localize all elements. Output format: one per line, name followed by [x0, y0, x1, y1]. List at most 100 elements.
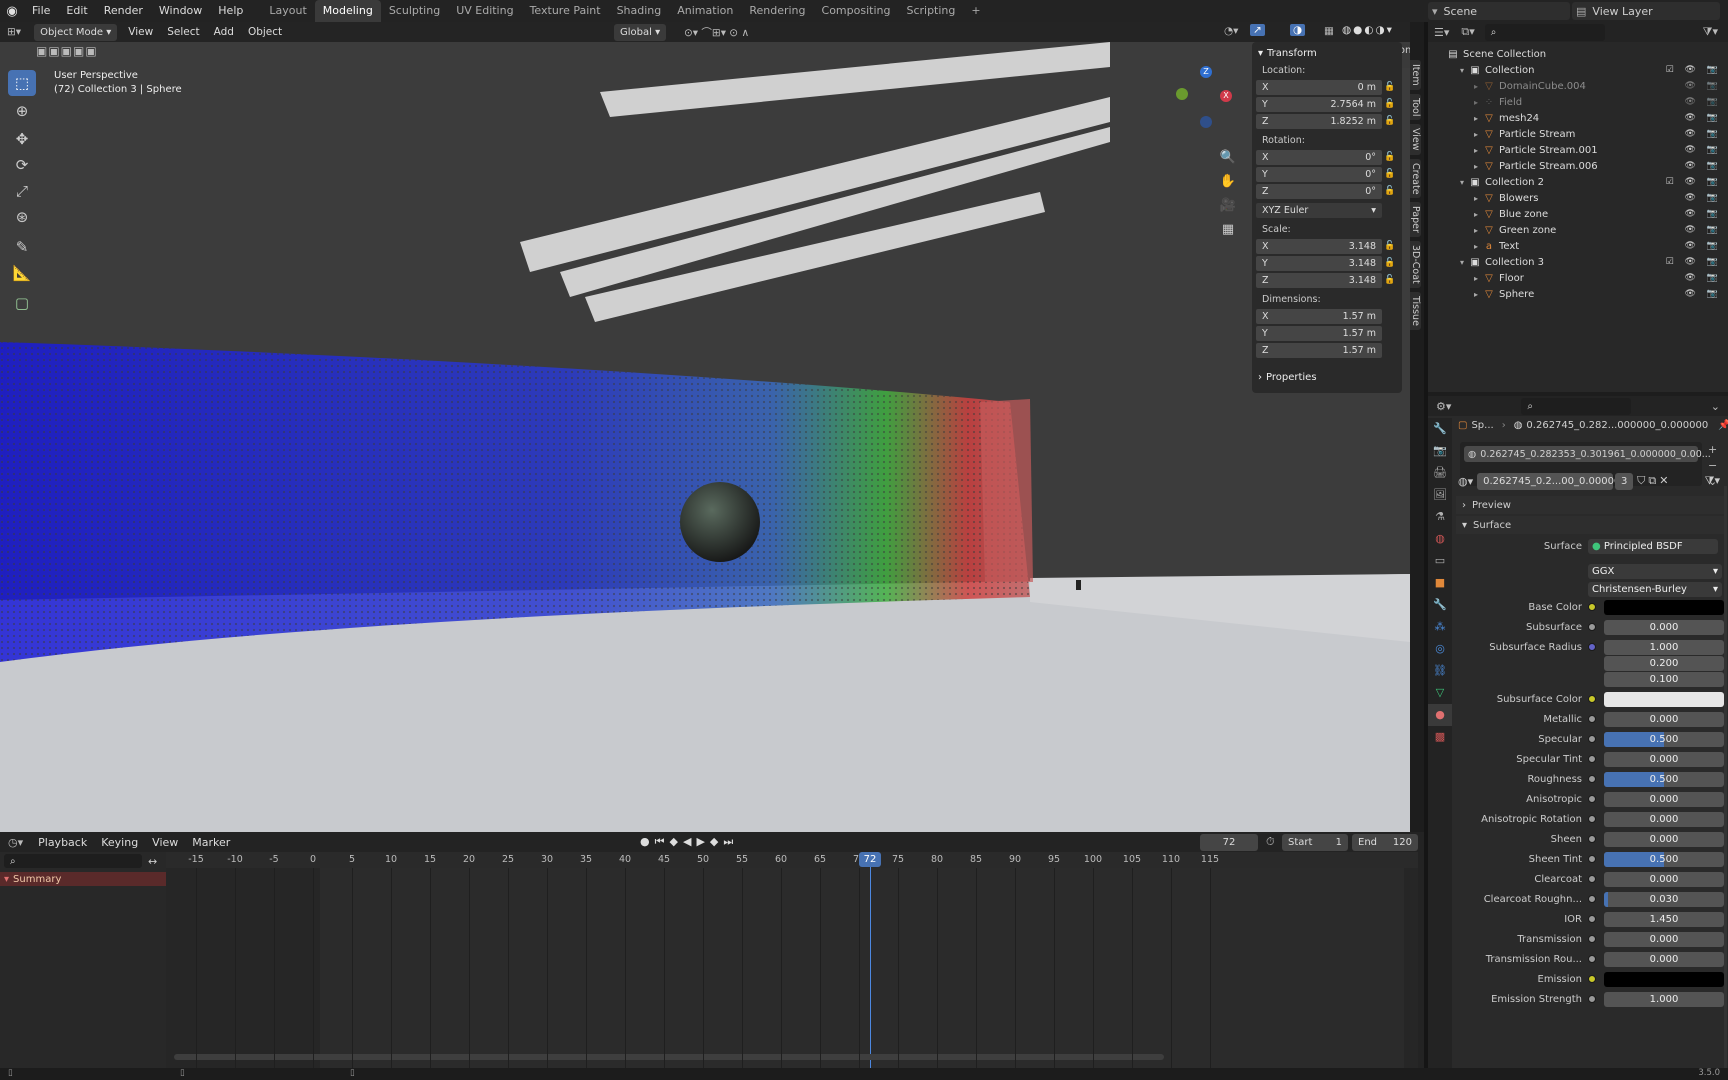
location-x-field[interactable]: X 0 m	[1256, 79, 1382, 95]
outliner-item[interactable]: ▾ ▣ Collection ☑ 👁 📷	[1428, 62, 1728, 78]
lock-icon[interactable]: 🔓	[1382, 169, 1398, 179]
add-cube-tool-icon[interactable]: ▢	[8, 290, 36, 316]
expand-icon[interactable]: ▸	[1470, 82, 1482, 91]
expand-icon[interactable]: ▸	[1470, 194, 1482, 203]
pan-icon[interactable]: ✋	[1218, 170, 1238, 194]
record-icon[interactable]: ●	[640, 835, 655, 848]
prev-key-icon[interactable]: ◆	[670, 835, 683, 848]
input-value-field[interactable]: 1.450	[1604, 911, 1724, 927]
input-value-field[interactable]: 0.000	[1604, 831, 1724, 847]
input-value-field[interactable]: 0.100	[1604, 671, 1724, 687]
data-tab-icon[interactable]: ▽	[1428, 682, 1452, 704]
sidebar-tab-create[interactable]: Create	[1410, 158, 1421, 199]
socket-icon[interactable]	[1588, 735, 1596, 743]
outliner-item[interactable]: ▾ ▣ Collection 3 ☑ 👁 📷	[1428, 254, 1728, 270]
preview-panel-header[interactable]: › Preview	[1456, 496, 1724, 514]
expand-icon[interactable]: ▸	[1470, 162, 1482, 171]
dimensions-y-field[interactable]: Y 1.57 m	[1256, 325, 1382, 341]
modifier-tab-icon[interactable]: 🔧	[1428, 594, 1452, 616]
outliner-item[interactable]: ▸ ⁘ Field 👁 📷	[1428, 94, 1728, 110]
sidebar-tab-view[interactable]: View	[1410, 124, 1421, 155]
playhead-frame[interactable]: 72	[859, 852, 881, 867]
viewport-visibility-icon[interactable]: ◔▾	[1224, 25, 1238, 37]
outliner-search-input[interactable]: ⌕	[1484, 23, 1605, 41]
menu-render[interactable]: Render	[96, 0, 151, 22]
expand-icon[interactable]: ▸	[1470, 146, 1482, 155]
scale-x-field[interactable]: X 3.148	[1256, 238, 1382, 254]
editor-type-icon[interactable]: ⊞▾	[0, 26, 28, 38]
tab-scripting[interactable]: Scripting	[898, 0, 963, 22]
mode-selector[interactable]: Object Mode ▾	[34, 23, 118, 41]
lock-icon[interactable]: 🔓	[1382, 152, 1398, 162]
viewport-menu-object[interactable]: Object	[241, 26, 289, 38]
add-slot-button[interactable]: +	[1708, 442, 1717, 458]
menu-help[interactable]: Help	[210, 0, 251, 22]
socket-icon[interactable]	[1588, 935, 1596, 943]
material-users-count[interactable]: 3	[1615, 472, 1634, 490]
viewport-menu-view[interactable]: View	[121, 26, 160, 38]
expand-icon[interactable]: ▸	[1470, 210, 1482, 219]
collapse-icon[interactable]: ⌄	[1711, 400, 1720, 413]
tab-layout[interactable]: Layout	[261, 0, 314, 22]
add-workspace-button[interactable]: +	[963, 0, 988, 22]
frame-ruler[interactable]: -15-10-505101520253035404550556065707580…	[166, 852, 1418, 868]
stopwatch-icon[interactable]: ⏱	[1266, 835, 1275, 849]
pivot-icon[interactable]: ⊙▾ ⌒⊞▾ ⊙ ∧	[684, 25, 749, 40]
outliner-item[interactable]: ▸ ▽ Blue zone 👁 📷	[1428, 206, 1728, 222]
material-tab-icon[interactable]: ●	[1428, 704, 1452, 726]
expand-icon[interactable]: ▾	[1456, 258, 1468, 267]
output-tab-icon[interactable]: 🖨	[1428, 462, 1452, 484]
jump-start-icon[interactable]: ⏮	[655, 835, 670, 848]
transform-tool-icon[interactable]: ⊛	[8, 204, 36, 230]
outliner-item[interactable]: ▸ ▽ mesh24 👁 📷	[1428, 110, 1728, 126]
tool-tab-icon[interactable]: 🔧	[1428, 418, 1452, 440]
render-tab-icon[interactable]: 📷	[1428, 440, 1452, 462]
visibility-icons[interactable]: ☑ 👁 📷	[1666, 257, 1722, 267]
distribution-dropdown[interactable]: GGX ▾	[1588, 563, 1722, 579]
properties-editor-icon[interactable]: ⚙▾	[1436, 400, 1451, 413]
input-value-field[interactable]: 0.000	[1604, 871, 1724, 887]
timeline-editor-icon[interactable]: ◷▾	[8, 836, 23, 849]
gizmo-toggle-icon[interactable]: ↗	[1250, 24, 1265, 36]
play-reverse-icon[interactable]: ◀	[683, 835, 696, 848]
expand-icon[interactable]: ▾	[1456, 66, 1468, 75]
rotation-mode-dropdown[interactable]: XYZ Euler ▾	[1256, 203, 1382, 218]
surface-shader-field[interactable]: ● Principled BSDF	[1588, 538, 1718, 554]
tab-compositing[interactable]: Compositing	[814, 0, 899, 22]
socket-icon[interactable]	[1588, 995, 1596, 1003]
outliner-item[interactable]: ▸ ▽ DomainCube.004 👁 📷	[1428, 78, 1728, 94]
expand-icon[interactable]: ▸	[1470, 114, 1482, 123]
camera-icon[interactable]: 🎥	[1218, 194, 1238, 218]
lock-icon[interactable]: 🔓	[1382, 99, 1398, 109]
properties-panel-header[interactable]: › Properties	[1258, 372, 1398, 383]
physics-tab-icon[interactable]: ◎	[1428, 638, 1452, 660]
scene-collection-row[interactable]: ▤ Scene Collection	[1428, 46, 1728, 62]
outliner-item[interactable]: ▸ a Text 👁 📷	[1428, 238, 1728, 254]
input-value-field[interactable]: 0.000	[1604, 791, 1724, 807]
visibility-icons[interactable]: 👁 📷	[1685, 81, 1723, 91]
location-y-field[interactable]: Y 2.7564 m	[1256, 96, 1382, 112]
lock-icon[interactable]: 🔓	[1382, 116, 1398, 126]
sidebar-tab-3d-coat[interactable]: 3D-Coat	[1410, 241, 1421, 288]
lock-icon[interactable]: 🔓	[1382, 275, 1398, 285]
filter-icon[interactable]: ⧩▾	[1703, 25, 1718, 39]
3d-viewport[interactable]: ⊞▾ Object Mode ▾ View Select Add Object Glo…	[0, 22, 1410, 832]
socket-icon[interactable]	[1588, 695, 1596, 703]
expand-icon[interactable]: ▸	[1470, 226, 1482, 235]
outliner-item[interactable]: ▸ ▽ Sphere 👁 📷	[1428, 286, 1728, 302]
move-tool-icon[interactable]: ✥	[8, 126, 36, 152]
transform-panel-header[interactable]: ▾ Transform	[1258, 48, 1398, 59]
orientation-selector[interactable]: Global ▾	[614, 24, 667, 41]
material-browse-icon[interactable]: ◍▾	[1458, 475, 1473, 488]
rotation-z-field[interactable]: Z 0°	[1256, 183, 1382, 199]
ortho-grid-icon[interactable]: ▦	[1218, 218, 1238, 242]
gizmo-x-icon[interactable]: X	[1220, 90, 1232, 102]
dimensions-x-field[interactable]: X 1.57 m	[1256, 308, 1382, 324]
input-value-field[interactable]: 0.000	[1604, 931, 1724, 947]
menu-edit[interactable]: Edit	[58, 0, 95, 22]
input-value-field[interactable]: 0.500	[1604, 731, 1724, 747]
input-value-field[interactable]: 1.000	[1604, 991, 1724, 1007]
tab-modeling[interactable]: Modeling	[314, 0, 381, 22]
tab-shading[interactable]: Shading	[609, 0, 670, 22]
tab-sculpting[interactable]: Sculpting	[381, 0, 448, 22]
